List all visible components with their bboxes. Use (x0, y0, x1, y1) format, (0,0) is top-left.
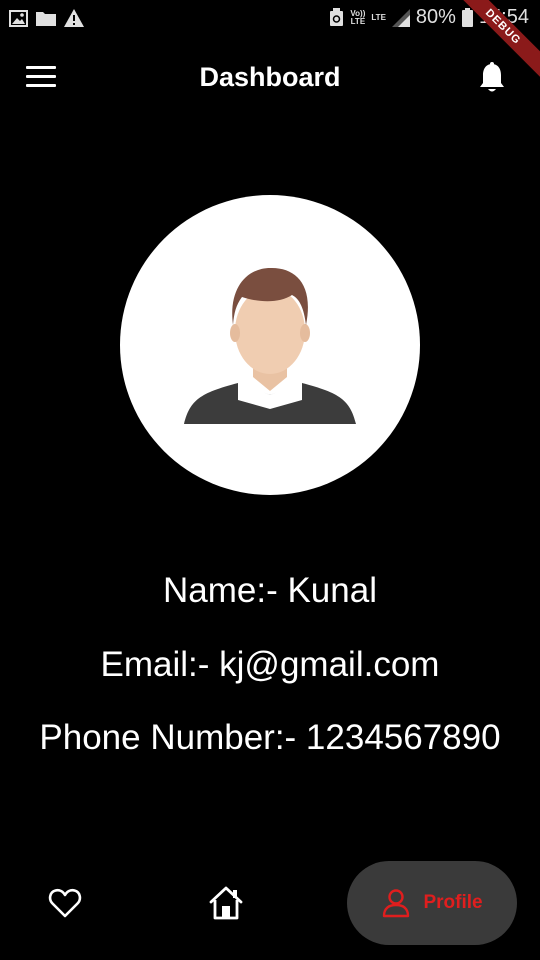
nav-profile[interactable]: Profile (347, 861, 517, 945)
status-notifications (9, 9, 84, 27)
volte-indicator: Vo)) LTE (350, 8, 366, 26)
page-title: Dashboard (199, 62, 341, 92)
recycle-icon (329, 8, 344, 27)
status-bar: Vo)) LTE LTE 80% 15:54 (0, 0, 540, 38)
profile-name: Name:- Kunal (163, 571, 377, 610)
image-icon (9, 9, 28, 27)
battery-icon (461, 8, 473, 27)
bell-icon (480, 62, 504, 92)
folder-icon (36, 10, 56, 26)
profile-phone: Phone Number:- 1234567890 (39, 718, 501, 757)
nav-profile-label: Profile (423, 892, 483, 913)
bottom-nav: Profile (0, 860, 540, 950)
home-icon (209, 886, 243, 920)
nav-favorites[interactable] (48, 886, 82, 920)
user-avatar-icon (184, 267, 356, 424)
notifications-button[interactable] (478, 62, 506, 94)
nav-home[interactable] (207, 884, 245, 922)
person-icon (383, 889, 410, 918)
signal-icon (391, 8, 410, 27)
lte-indicator: LTE (371, 12, 386, 22)
warning-icon (64, 9, 84, 27)
profile-avatar (120, 195, 420, 495)
battery-percent: 80% (415, 6, 456, 28)
app-bar: Dashboard (0, 38, 540, 120)
heart-icon (48, 888, 82, 918)
profile-email: Email:- kj@gmail.com (100, 645, 440, 684)
